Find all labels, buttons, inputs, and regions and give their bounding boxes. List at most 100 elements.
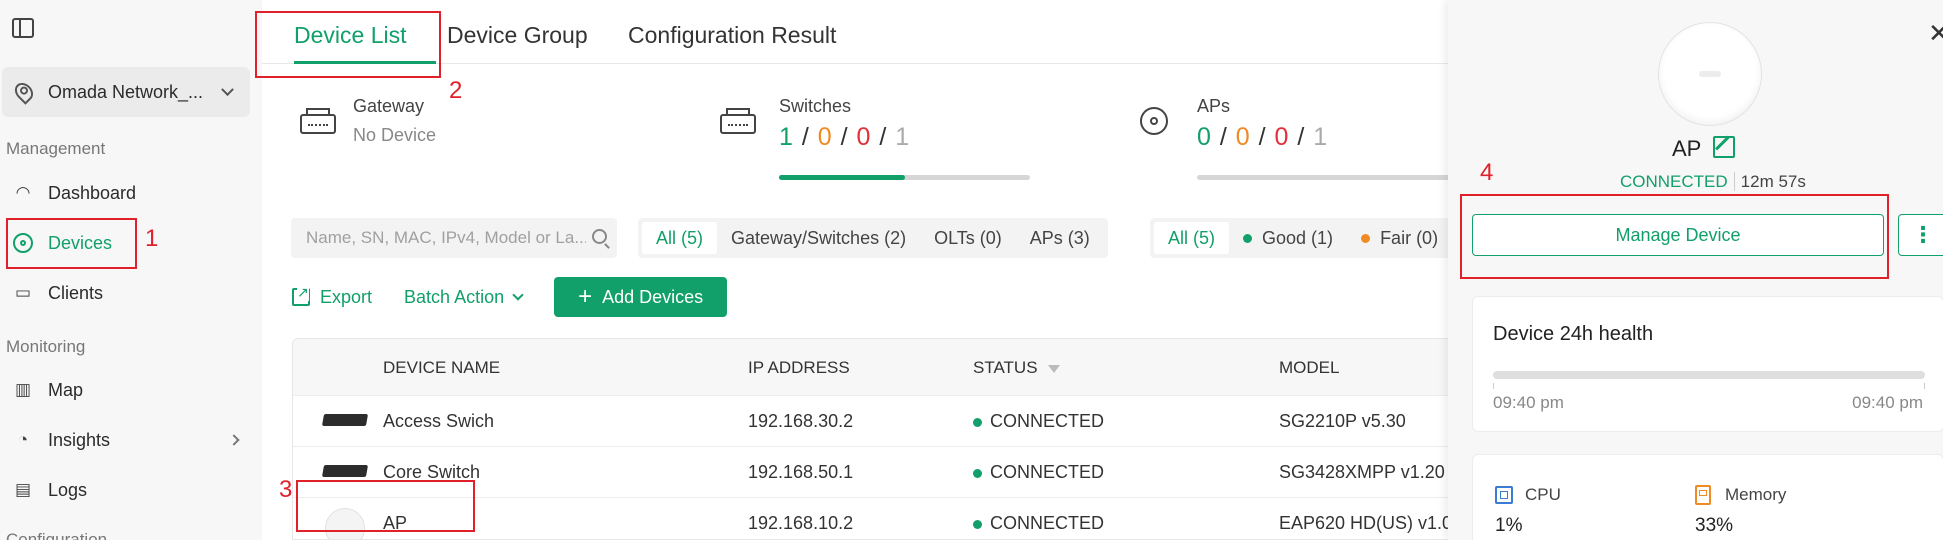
sidebar-item-dashboard[interactable]: ◠ Dashboard	[0, 169, 262, 217]
app-root: Omada Network_... Management ◠ Dashboard…	[0, 0, 1943, 540]
annotation-box-4	[1460, 194, 1889, 279]
cpu-icon	[1495, 486, 1513, 504]
column-ip-address[interactable]: IP ADDRESS	[748, 358, 850, 378]
filter-olts[interactable]: OLTs (0)	[920, 222, 1016, 254]
status-dot-icon	[973, 519, 982, 529]
edit-icon[interactable]	[1713, 136, 1735, 158]
model-cell: EAP620 HD(US) v1.0	[1279, 513, 1452, 533]
column-model[interactable]: MODEL	[1279, 358, 1339, 378]
annotation-number: 4	[1480, 159, 1494, 186]
health-filter: All (5) Good (1) Fair (0)	[1150, 218, 1452, 258]
switch-icon	[720, 108, 756, 134]
sidebar-item-label: Insights	[48, 429, 111, 450]
aps-progress-bar	[1197, 175, 1452, 180]
chevron-down-icon	[512, 289, 524, 301]
search-input[interactable]	[306, 228, 586, 248]
health-filter-all[interactable]: All (5)	[1154, 222, 1230, 254]
site-name: Omada Network_...	[48, 81, 204, 102]
location-pin-icon	[11, 79, 37, 105]
annotation-number: 2	[449, 77, 463, 104]
ip-cell: 192.168.10.2	[748, 513, 854, 533]
sidebar-toggle-icon[interactable]	[12, 18, 34, 38]
type-filter: All (5) Gateway/Switches (2) OLTs (0) AP…	[638, 218, 1108, 258]
sidebar-item-label: Map	[48, 379, 84, 400]
model-cell: SG3428XMPP v1.20	[1279, 462, 1445, 482]
annotation-number: 1	[145, 225, 159, 252]
status-cell: CONNECTED	[973, 411, 1104, 432]
sidebar-item-label: Clients	[48, 282, 104, 303]
plus-icon: +	[578, 283, 593, 310]
sidebar-item-map[interactable]: ▥ Map	[0, 366, 262, 414]
action-bar: Export Batch Action + Add Devices	[292, 277, 728, 317]
status-dot-icon	[973, 468, 982, 478]
ap-device-image	[1658, 22, 1762, 126]
device-name-cell: Access Swich	[383, 411, 495, 431]
health-filter-fair[interactable]: Fair (0)	[1347, 222, 1452, 254]
stat-switches: Switches 1 / 0 / 0 / 1	[779, 96, 910, 152]
sidebar-item-label: Logs	[48, 479, 88, 500]
memory-icon	[1695, 485, 1711, 505]
logs-icon: ▤	[14, 480, 32, 499]
filter-icon[interactable]	[1047, 364, 1060, 373]
table-row[interactable]: Access Swich 192.168.30.2 CONNECTED SG22…	[293, 395, 1451, 446]
sidebar-item-logs[interactable]: ▤ Logs	[0, 466, 262, 514]
sidebar: Omada Network_... Management ◠ Dashboard…	[0, 0, 262, 540]
sidebar-item-label: Dashboard	[48, 182, 137, 203]
good-dot-icon	[1243, 233, 1253, 243]
add-devices-button[interactable]: + Add Devices	[554, 277, 728, 317]
stat-aps: APs 0 / 0 / 0 / 1	[1197, 96, 1328, 152]
health-ticks	[1493, 383, 1925, 389]
fair-dot-icon	[1361, 233, 1371, 243]
gateway-icon	[300, 108, 336, 134]
health-title: Device 24h health	[1493, 323, 1654, 345]
chevron-down-icon	[221, 82, 234, 96]
connection-status: CONNECTED 12m 57s	[1620, 172, 1806, 192]
filter-all[interactable]: All (5)	[642, 222, 718, 254]
column-device-name[interactable]: DEVICE NAME	[383, 358, 500, 378]
health-card: Device 24h health 09:40 pm 09:40 pm	[1472, 296, 1943, 432]
model-cell: SG2210P v5.30	[1279, 411, 1406, 431]
switch-thumbnail	[321, 465, 369, 477]
health-filter-good[interactable]: Good (1)	[1229, 222, 1347, 254]
stat-gateway: Gateway No Device	[353, 96, 436, 146]
stat-counts: 1 / 0 / 0 / 1	[779, 123, 911, 151]
switches-progress-fill	[779, 175, 905, 180]
uptime-text: 12m 57s	[1733, 172, 1806, 191]
status-cell: CONNECTED	[973, 513, 1104, 534]
stat-label: Gateway	[353, 96, 425, 116]
status-text: CONNECTED	[1620, 172, 1728, 191]
annotation-box-1	[6, 218, 137, 269]
batch-action-button[interactable]: Batch Action	[404, 287, 524, 308]
time-start: 09:40 pm	[1493, 393, 1564, 412]
filter-gateway-switches[interactable]: Gateway/Switches (2)	[717, 222, 920, 254]
section-management: Management	[6, 139, 106, 158]
switch-thumbnail	[321, 414, 369, 426]
stat-counts: 0 / 0 / 0 / 1	[1197, 123, 1329, 151]
section-configuration: Configuration	[6, 530, 108, 540]
tab-configuration-result[interactable]: Configuration Result	[628, 22, 836, 49]
column-status[interactable]: STATUS	[973, 358, 1060, 378]
map-icon: ▥	[14, 380, 32, 399]
export-button[interactable]: Export	[292, 284, 372, 308]
sidebar-item-insights[interactable]: ◔ Insights	[0, 416, 262, 464]
stat-label: APs	[1197, 96, 1231, 116]
device-name: AP	[1672, 136, 1702, 161]
chevron-right-icon	[228, 434, 240, 446]
sidebar-item-clients[interactable]: ▭ Clients	[0, 269, 262, 317]
status-dot-icon	[973, 417, 982, 427]
insights-icon: ◔	[17, 430, 29, 449]
memory-value: 33%	[1695, 515, 1734, 536]
tab-device-group[interactable]: Device Group	[447, 22, 588, 49]
annotation-box-2	[255, 11, 441, 78]
site-selector[interactable]: Omada Network_...	[2, 67, 250, 117]
search-box	[291, 218, 617, 258]
switches-progress-bar	[779, 175, 1030, 180]
status-cell: CONNECTED	[973, 462, 1104, 483]
filter-aps[interactable]: APs (3)	[1016, 222, 1104, 254]
search-icon[interactable]	[592, 229, 607, 244]
more-options-button[interactable]: ⋮	[1898, 214, 1943, 256]
cpu-value: 1%	[1495, 515, 1523, 536]
time-end: 09:40 pm	[1852, 393, 1923, 412]
section-monitoring: Monitoring	[6, 337, 86, 356]
close-icon[interactable]: ✕	[1928, 20, 1943, 46]
